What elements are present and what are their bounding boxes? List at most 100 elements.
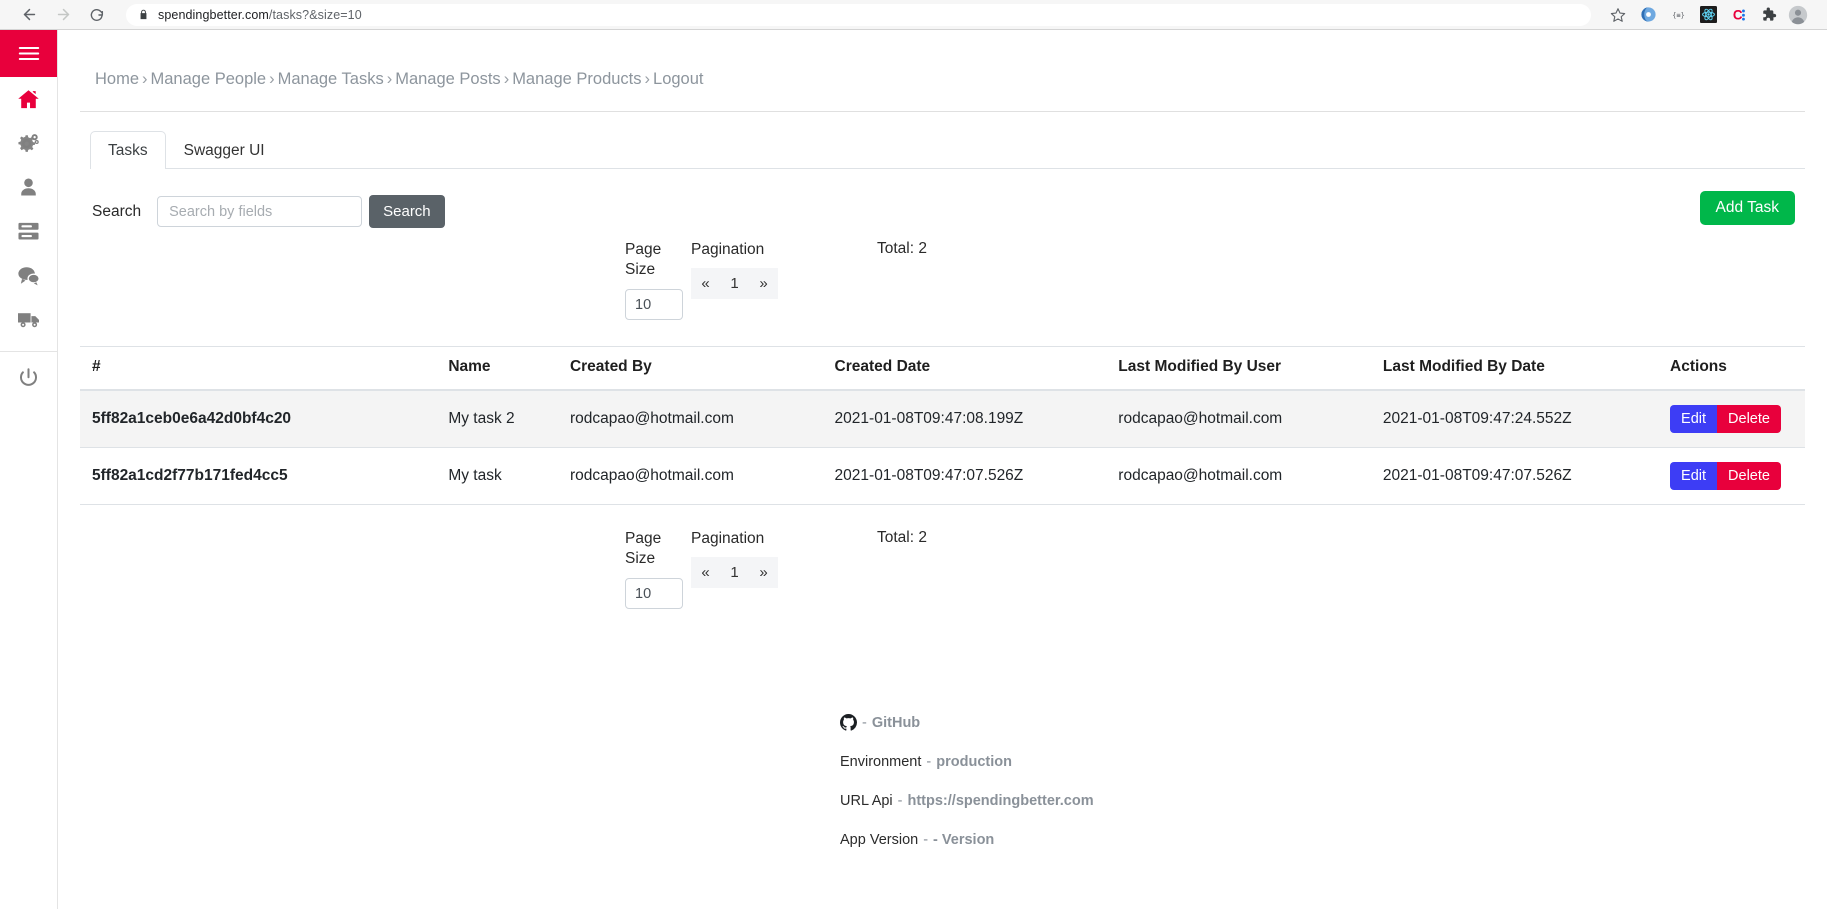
footer-github-label[interactable]: GitHub — [872, 715, 920, 731]
footer-environment-label: Environment — [840, 754, 922, 770]
sidebar-item-tasks[interactable] — [0, 209, 57, 253]
pagination-prev-button[interactable]: « — [691, 557, 720, 588]
sidebar-toggle-button[interactable] — [0, 30, 57, 77]
cell-modified-user: rodcapao@hotmail.com — [1110, 390, 1375, 448]
total-count-label: Total: 2 — [877, 529, 927, 546]
total-group-bottom: Total: 2 — [877, 529, 927, 547]
footer-version-label: App Version — [840, 832, 919, 848]
forward-button[interactable] — [48, 1, 78, 29]
footer-version-dash: - — [923, 832, 929, 848]
tab-bar: Tasks Swagger UI — [90, 130, 1805, 169]
cell-created-date: 2021-01-08T09:47:08.199Z — [826, 390, 1111, 448]
reload-button[interactable] — [82, 1, 112, 29]
main-content: Home › Manage People › Manage Tasks › Manage P… — [58, 30, 1827, 909]
page-size-group-bottom: Page Size — [625, 529, 691, 609]
browser-toolbar: spendingbetter.com/tasks?&size=10 {≡} C — [0, 0, 1827, 30]
add-task-button[interactable]: Add Task — [1699, 191, 1795, 225]
browser-extension-brackets-icon[interactable]: {≡} — [1663, 1, 1693, 29]
delete-button[interactable]: Delete — [1717, 405, 1781, 433]
sidebar-item-settings[interactable] — [0, 121, 57, 165]
url-text: spendingbetter.com/tasks?&size=10 — [158, 7, 362, 22]
footer: - GitHub Environment - production URL Ap… — [80, 714, 1805, 848]
column-header-actions: Actions — [1662, 346, 1805, 391]
pagination-label: Pagination — [691, 530, 765, 547]
tab-swagger-ui[interactable]: Swagger UI — [166, 131, 283, 169]
breadcrumb-separator: › — [269, 70, 275, 88]
breadcrumb-separator: › — [386, 70, 393, 88]
column-header-name[interactable]: Name — [440, 346, 562, 391]
edit-button[interactable]: Edit — [1670, 462, 1718, 490]
page-size-label: Page Size — [625, 241, 662, 278]
sidebar-item-people[interactable] — [0, 165, 57, 209]
page-size-group: Page Size — [625, 240, 691, 320]
cell-actions: Edit Delete — [1662, 447, 1805, 505]
footer-environment: Environment - production — [840, 754, 1012, 770]
pagination-controls: « 1 » — [691, 557, 877, 588]
table-header-row: # Name Created By Created Date Last Modi… — [80, 346, 1805, 391]
back-button[interactable] — [14, 1, 44, 29]
breadcrumb: Home › Manage People › Manage Tasks › Manage P… — [80, 30, 1805, 112]
breadcrumb-item-manage-tasks[interactable]: Manage Tasks — [278, 70, 384, 88]
pagination-page-1-button[interactable]: 1 — [720, 557, 749, 588]
truck-icon — [17, 313, 39, 328]
column-header-created-date[interactable]: Created Date — [826, 346, 1111, 391]
page-size-input[interactable] — [625, 578, 683, 609]
sidebar-item-products[interactable] — [0, 297, 57, 341]
table-row[interactable]: 5ff82a1ceb0e6a42d0bf4c20 My task 2 rodca… — [80, 390, 1805, 448]
sidebar-item-posts[interactable] — [0, 253, 57, 297]
star-icon[interactable] — [1603, 1, 1633, 29]
cell-created-date: 2021-01-08T09:47:07.526Z — [826, 447, 1111, 505]
sidebar-item-logout[interactable] — [0, 352, 57, 402]
cell-modified-user: rodcapao@hotmail.com — [1110, 447, 1375, 505]
pagination-page-1-button[interactable]: 1 — [720, 268, 749, 299]
edit-button[interactable]: Edit — [1670, 405, 1718, 433]
footer-api-value[interactable]: https://spendingbetter.com — [908, 793, 1094, 809]
breadcrumb-separator: › — [142, 70, 148, 88]
footer-github[interactable]: - GitHub — [840, 714, 920, 731]
tab-tasks[interactable]: Tasks — [90, 131, 166, 169]
search-bar: Search Search Add Task — [92, 191, 1805, 228]
page-size-input[interactable] — [625, 289, 683, 320]
sidebar — [0, 30, 58, 909]
row-action-buttons: Edit Delete — [1670, 405, 1781, 433]
table-row[interactable]: 5ff82a1cd2f77b171fed4cc5 My task rodcapa… — [80, 447, 1805, 505]
table-header: # Name Created By Created Date Last Modi… — [80, 346, 1805, 391]
breadcrumb-item-manage-products[interactable]: Manage Products — [512, 70, 641, 88]
column-header-id[interactable]: # — [80, 346, 441, 391]
breadcrumb-item-home[interactable]: Home — [95, 70, 139, 88]
column-header-created-by[interactable]: Created By — [561, 346, 827, 391]
browser-extension-react-devtools-icon[interactable] — [1693, 1, 1723, 29]
breadcrumb-item-manage-posts[interactable]: Manage Posts — [395, 70, 500, 88]
search-button[interactable]: Search — [369, 195, 445, 228]
cell-modified-date: 2021-01-08T09:47:24.552Z — [1374, 390, 1663, 448]
browser-extension-c-letter-icon[interactable]: C — [1723, 1, 1753, 29]
cell-id: 5ff82a1cd2f77b171fed4cc5 — [80, 447, 441, 505]
cell-created-by: rodcapao@hotmail.com — [561, 390, 827, 448]
gears-icon — [18, 133, 39, 152]
pagination-group-bottom: Pagination « 1 » — [691, 529, 877, 588]
pagination-next-button[interactable]: » — [749, 268, 778, 299]
delete-button[interactable]: Delete — [1717, 462, 1781, 490]
browser-extension-blue-circle-icon[interactable] — [1633, 1, 1663, 29]
table-body: 5ff82a1ceb0e6a42d0bf4c20 My task 2 rodca… — [80, 390, 1805, 505]
browser-extensions-puzzle-icon[interactable] — [1753, 1, 1783, 29]
column-header-modified-date[interactable]: Last Modified By Date — [1374, 346, 1663, 391]
pagination-next-button[interactable]: » — [749, 557, 778, 588]
breadcrumb-item-logout[interactable]: Logout — [653, 70, 703, 88]
pagination-prev-button[interactable]: « — [691, 268, 720, 299]
breadcrumb-item-manage-people[interactable]: Manage People — [151, 70, 267, 88]
footer-api-dash: - — [897, 793, 903, 809]
cell-name: My task — [440, 447, 562, 505]
search-input[interactable] — [157, 196, 363, 227]
column-header-modified-user[interactable]: Last Modified By User — [1110, 346, 1375, 391]
user-icon — [21, 177, 36, 196]
address-bar[interactable]: spendingbetter.com/tasks?&size=10 — [126, 3, 1591, 26]
footer-api-url: URL Api - https://spendingbetter.com — [840, 793, 1094, 809]
comments-icon — [18, 266, 40, 285]
sidebar-item-home[interactable] — [0, 77, 57, 121]
footer-environment-dash: - — [926, 754, 932, 770]
browser-profile-avatar[interactable] — [1783, 1, 1813, 29]
pagination-label: Pagination — [691, 241, 765, 258]
home-icon — [18, 89, 39, 108]
total-group: Total: 2 — [877, 240, 927, 258]
